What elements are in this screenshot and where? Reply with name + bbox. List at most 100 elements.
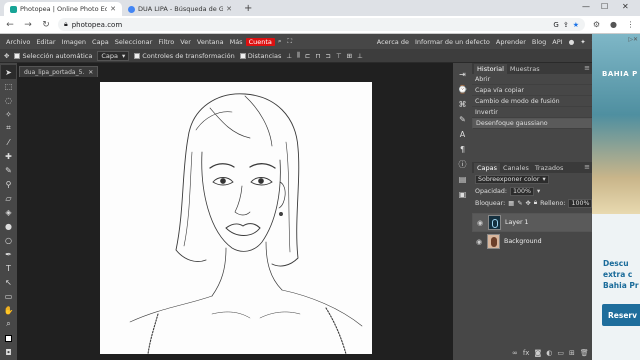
address-bar[interactable]: 🔒︎ photopea.com G ⇪ ★: [58, 18, 585, 31]
eye-visibility-icon[interactable]: ◉: [476, 219, 484, 227]
layer-item-layer-1[interactable]: ◉ Layer 1: [472, 213, 592, 232]
opacity-input[interactable]: 100%: [510, 186, 535, 196]
link-acerca[interactable]: Acerca de: [374, 38, 412, 46]
tab-trazados[interactable]: Trazados: [532, 163, 567, 173]
fullscreen-icon[interactable]: ⛶: [285, 37, 296, 46]
tab-historial[interactable]: Historial: [474, 64, 507, 74]
marquee-tool-icon[interactable]: ⬚: [1, 79, 16, 93]
swatches-panel-icon[interactable]: ⌘: [455, 97, 470, 111]
close-tab-icon[interactable]: ✕: [226, 5, 232, 13]
pen-tool-icon[interactable]: ✒: [1, 247, 16, 261]
align-bottom-icon[interactable]: ⊥: [357, 52, 363, 60]
profile-avatar-icon[interactable]: ●: [608, 20, 619, 29]
close-document-icon[interactable]: ✕: [88, 69, 93, 76]
tab-capas[interactable]: Capas: [474, 163, 501, 173]
align-left-icon[interactable]: ⊏: [305, 52, 310, 60]
brush-tool-icon[interactable]: ✎: [1, 163, 16, 177]
distribute-icon[interactable]: ⫼: [297, 51, 300, 60]
zoom-tool-icon[interactable]: ⌕: [1, 317, 16, 331]
panel-menu-icon[interactable]: ≡: [584, 64, 590, 72]
quick-mask-icon[interactable]: ◘: [1, 345, 16, 359]
delete-layer-icon[interactable]: 🗑︎: [580, 349, 589, 357]
lock-transparency-icon[interactable]: ▦: [508, 200, 514, 207]
new-layer-icon[interactable]: ⊞: [569, 349, 575, 357]
clone-stamp-icon[interactable]: ⚲: [1, 177, 16, 191]
distances-checkbox[interactable]: Distancias: [239, 52, 281, 60]
fill-input[interactable]: 100%: [568, 198, 593, 208]
healing-brush-icon[interactable]: ✚: [1, 149, 16, 163]
link-defecto[interactable]: Informar de un defecto: [412, 38, 493, 46]
menu-seleccionar[interactable]: Seleccionar: [112, 38, 156, 46]
search-icon[interactable]: ⌕: [275, 37, 285, 46]
align-icon[interactable]: ⊥: [286, 52, 292, 60]
ad-choices-icon[interactable]: ▷✕: [628, 36, 638, 43]
lock-pixels-icon[interactable]: ✎: [517, 200, 522, 207]
transform-controls-checkbox[interactable]: Controles de transformación: [134, 52, 235, 60]
bookmark-star-icon[interactable]: ★: [573, 21, 579, 29]
lock-position-icon[interactable]: ✥: [525, 200, 530, 207]
align-center-icon[interactable]: ⊓: [315, 52, 320, 60]
fill-tool-icon[interactable]: ◈: [1, 205, 16, 219]
auto-select-dropdown[interactable]: Capa ▾: [97, 50, 130, 61]
move-tool-icon[interactable]: ➤: [1, 65, 16, 79]
path-select-icon[interactable]: ↖: [1, 275, 16, 289]
tab-canales[interactable]: Canales: [500, 163, 532, 173]
tab-muestras[interactable]: Muestras: [507, 64, 543, 74]
menu-cuenta[interactable]: Cuenta: [245, 37, 275, 46]
document-tab[interactable]: dua_lipa_portada_5. ✕: [19, 66, 99, 77]
crop-tool-icon[interactable]: ⌗: [1, 121, 16, 135]
hand-tool-icon[interactable]: ✋: [1, 303, 16, 317]
menu-imagen[interactable]: Imagen: [59, 38, 89, 46]
twitter-icon[interactable]: ✦: [577, 38, 588, 46]
forward-icon[interactable]: →: [22, 20, 34, 30]
history-item[interactable]: Capa vía copiar: [472, 85, 592, 96]
menu-editar[interactable]: Editar: [33, 38, 58, 46]
brush-panel-icon[interactable]: ✎: [455, 112, 470, 126]
browser-menu-icon[interactable]: ⋮: [625, 20, 636, 29]
link-aprender[interactable]: Aprender: [493, 38, 529, 46]
menu-ventana[interactable]: Ventana: [194, 38, 227, 46]
menu-archivo[interactable]: Archivo: [3, 38, 33, 46]
maximize-icon[interactable]: ☐: [601, 2, 608, 11]
link-blog[interactable]: Blog: [529, 38, 549, 46]
blur-tool-icon[interactable]: ●: [1, 219, 16, 233]
image-canvas[interactable]: [100, 82, 372, 355]
history-item[interactable]: Abrir: [472, 74, 592, 85]
chevron-down-icon[interactable]: ▾: [537, 188, 540, 195]
history-item[interactable]: Desenfoque gaussiano: [472, 118, 592, 129]
align-top-icon[interactable]: ⊤: [336, 52, 342, 60]
lasso-tool-icon[interactable]: ◌: [1, 93, 16, 107]
collapse-panels-icon[interactable]: ⇥: [455, 67, 470, 81]
link-api[interactable]: API: [549, 38, 565, 46]
link-layers-icon[interactable]: ∞: [512, 349, 518, 357]
align-middle-icon[interactable]: ⊞: [347, 52, 352, 60]
window-close-icon[interactable]: ✕: [622, 2, 629, 11]
character-panel-icon[interactable]: A: [455, 127, 470, 141]
eyedropper-icon[interactable]: ⁄: [1, 135, 16, 149]
magic-wand-icon[interactable]: ✧: [1, 107, 16, 121]
reload-icon[interactable]: ↻: [40, 20, 52, 30]
menu-capa[interactable]: Capa: [89, 38, 112, 46]
layer-mask-icon[interactable]: ◙: [534, 349, 541, 357]
dodge-tool-icon[interactable]: ○: [1, 233, 16, 247]
menu-ver[interactable]: Ver: [177, 38, 194, 46]
history-panel-icon[interactable]: ⌚: [455, 82, 470, 96]
browser-tab-google[interactable]: DUA LIPA - Búsqueda de Google ✕: [122, 2, 238, 16]
eye-visibility-icon[interactable]: ◉: [475, 238, 483, 246]
menu-filtro[interactable]: Filtro: [155, 38, 177, 46]
type-tool-icon[interactable]: T: [1, 261, 16, 275]
adjustment-layer-icon[interactable]: ◐: [546, 349, 552, 357]
layer-item-background[interactable]: ◉ Background: [472, 232, 592, 251]
panel-menu-icon[interactable]: ≡: [584, 163, 590, 171]
back-icon[interactable]: ←: [4, 20, 16, 30]
ad-cta-button[interactable]: Reserv: [602, 304, 640, 326]
blend-mode-dropdown[interactable]: Sobreexponer color ▾: [475, 174, 549, 184]
shape-tool-icon[interactable]: ▭: [1, 289, 16, 303]
google-lens-icon[interactable]: G: [553, 21, 558, 29]
history-item[interactable]: Cambio de modo de fusión: [472, 96, 592, 107]
css-panel-icon[interactable]: ▤: [455, 172, 470, 186]
ad-banner[interactable]: ▷✕ BAHIA P Descu extra c Bahia Pr Reserv: [592, 34, 640, 360]
new-tab-icon[interactable]: +: [238, 3, 258, 16]
browser-tab-photopea[interactable]: Photopea | Online Photo Editor ✕: [4, 2, 122, 16]
auto-select-checkbox[interactable]: Selección automática: [14, 52, 92, 60]
